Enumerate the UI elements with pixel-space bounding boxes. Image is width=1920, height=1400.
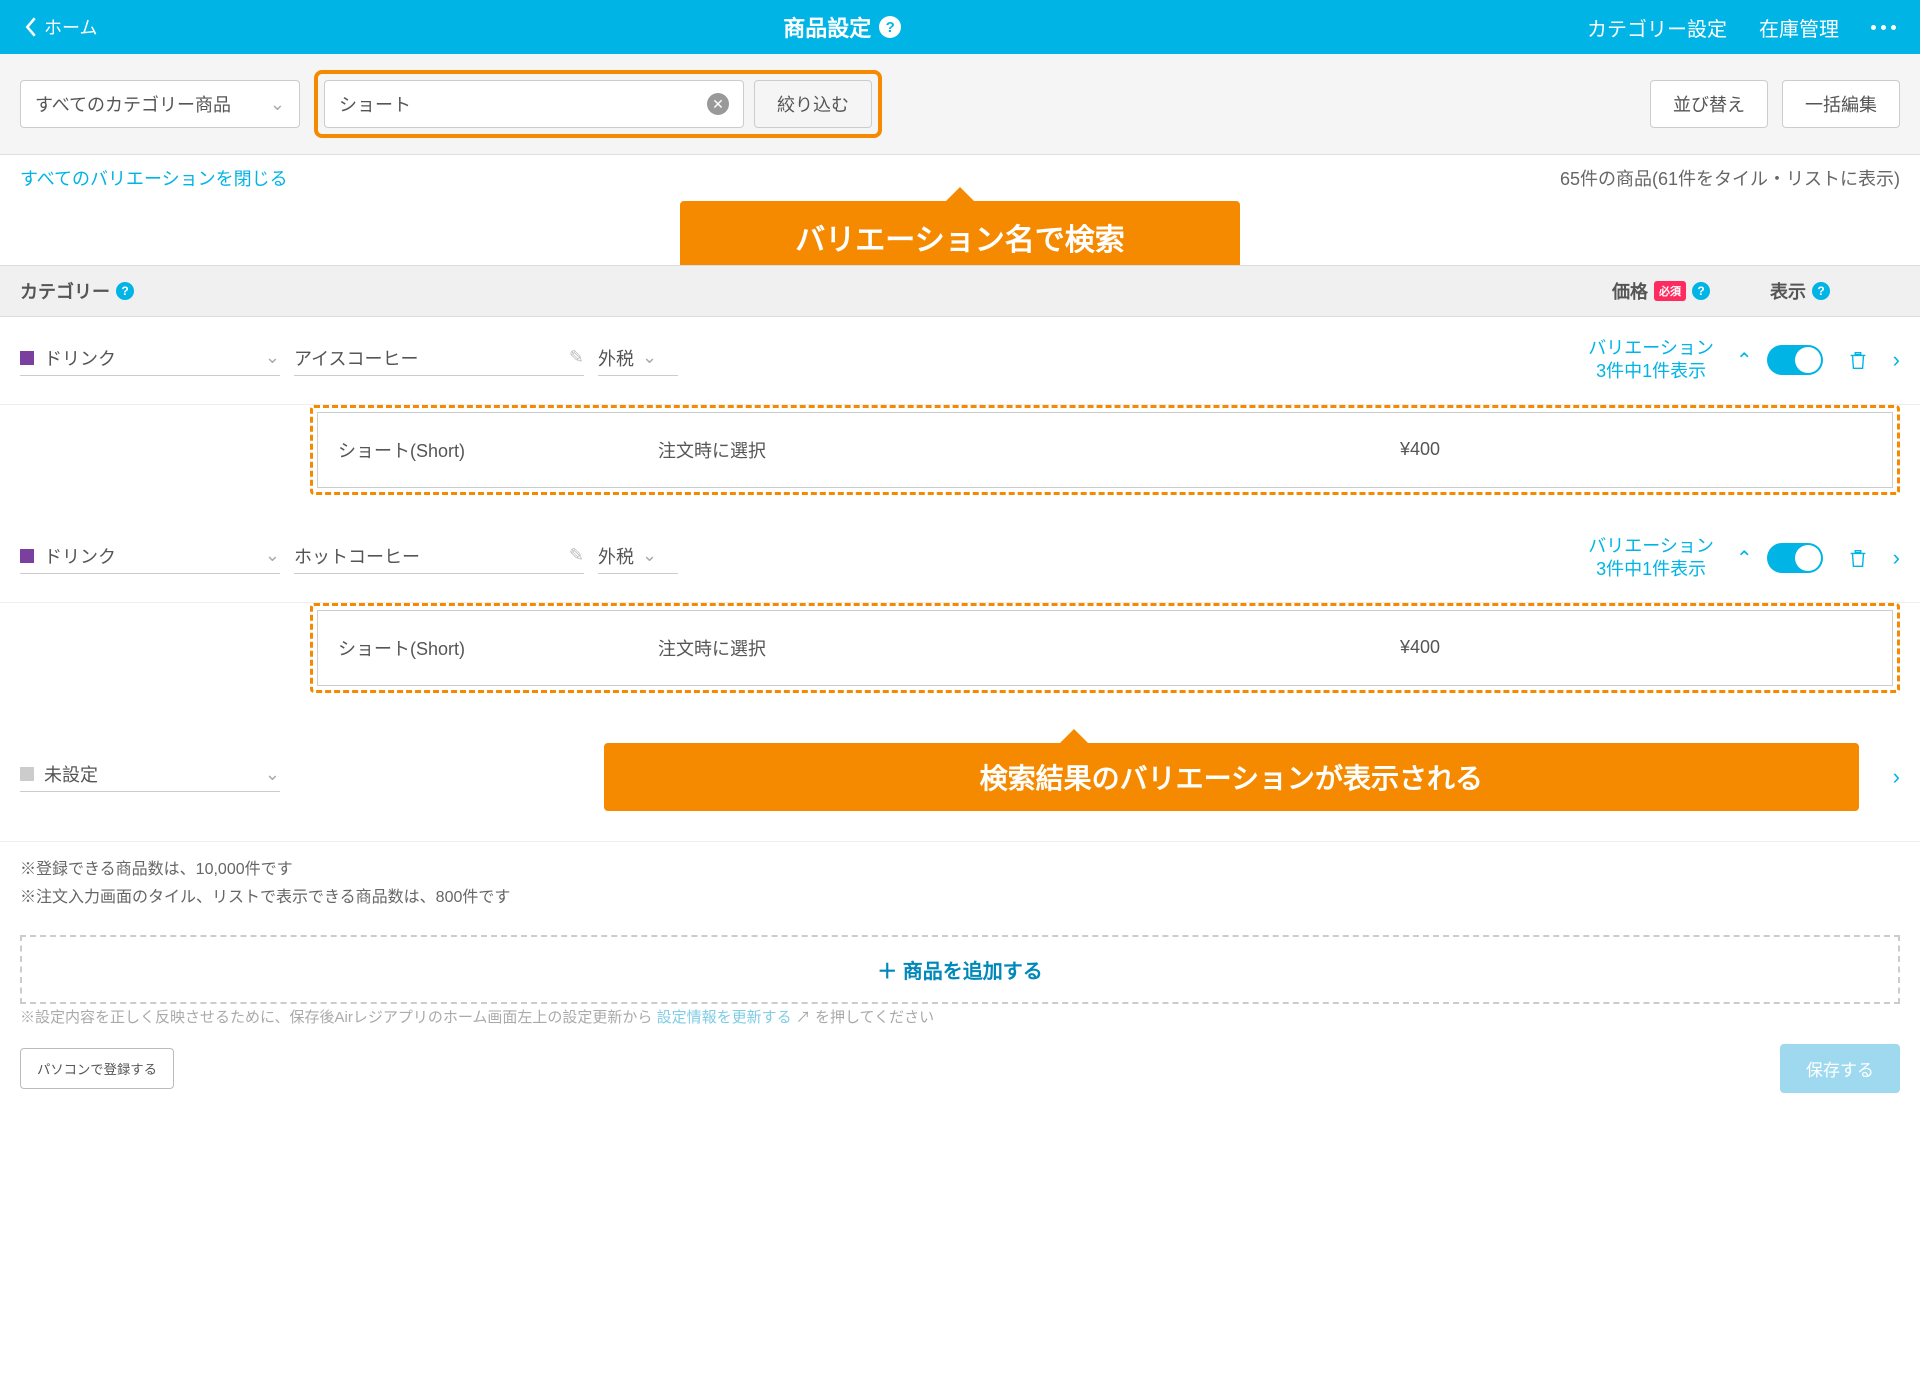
product-name: アイスコーヒー [294, 345, 419, 371]
chevron-down-icon: ⌄ [270, 94, 285, 115]
more-icon[interactable] [1871, 25, 1896, 30]
variation-result: ショート(Short) 注文時に選択 ¥400 [310, 405, 1900, 495]
bulk-label: 一括編集 [1805, 91, 1877, 117]
product-name-field[interactable]: ホットコーヒー ✎ [294, 543, 584, 574]
save-button[interactable]: 保存する [1780, 1044, 1900, 1093]
category-field[interactable]: ドリンク ⌄ [20, 345, 280, 376]
chevron-up-icon[interactable]: ⌃ [1736, 348, 1753, 373]
pc-register-button[interactable]: パソコンで登録する [20, 1048, 174, 1089]
var-label: バリエーション [1588, 535, 1714, 558]
tax-field[interactable]: 外税 ⌄ [598, 543, 678, 574]
col-category: カテゴリー [20, 278, 110, 304]
category-value: ドリンク [44, 345, 116, 371]
callout-search: バリエーション名で検索 [680, 201, 1240, 273]
sort-button[interactable]: 並び替え [1650, 80, 1768, 128]
note-line: ※登録できる商品数は、10,000件です [20, 856, 1900, 885]
tax-value: 外税 [598, 345, 634, 371]
search-highlight: ショート ✕ 絞り込む [314, 70, 882, 138]
var-label: バリエーション [1588, 337, 1714, 360]
category-value: 未設定 [44, 761, 98, 787]
hint-link[interactable]: 設定情報を更新する [657, 1009, 792, 1026]
add-product-label: ＋ 商品を追加する [877, 961, 1043, 983]
category-color-icon [20, 351, 34, 365]
variation-name: ショート(Short) [338, 635, 658, 661]
category-color-icon [20, 549, 34, 563]
pencil-icon[interactable]: ✎ [569, 347, 584, 368]
tax-field[interactable]: 外税 ⌄ [598, 345, 678, 376]
callout-results: 検索結果のバリエーションが表示される [604, 743, 1859, 811]
product-name-field[interactable]: アイスコーヒー ✎ [294, 345, 584, 376]
col-display: 表示 [1770, 278, 1806, 304]
help-icon[interactable]: ? [1812, 282, 1830, 300]
chevron-right-icon[interactable]: › [1893, 764, 1900, 790]
display-toggle[interactable] [1767, 543, 1823, 573]
chevron-down-icon: ⌄ [265, 545, 280, 566]
category-color-icon [20, 767, 34, 781]
filter-button[interactable]: 絞り込む [754, 80, 872, 128]
title-text: 商品設定 [783, 11, 871, 43]
back-label: ホーム [44, 14, 97, 40]
product-row: ドリンク ⌄ ホットコーヒー ✎ 外税 ⌄ バリエーション 3件中1件表示 ⌃ › [0, 515, 1920, 603]
trash-icon[interactable] [1847, 349, 1869, 371]
search-value: ショート [339, 91, 411, 117]
col-price: 価格 [1612, 278, 1648, 304]
nav-category[interactable]: カテゴリー設定 [1587, 13, 1727, 42]
sort-label: 並び替え [1673, 91, 1745, 117]
help-icon[interactable]: ? [879, 16, 901, 38]
category-field[interactable]: ドリンク ⌄ [20, 543, 280, 574]
notes: ※登録できる商品数は、10,000件です ※注文入力画面のタイル、リストで表示で… [0, 842, 1920, 928]
hint-pre: ※設定内容を正しく反映させるために、保存後Airレジアプリのホーム画面左上の設定… [20, 1009, 652, 1026]
hint-post: を押してください [815, 1009, 934, 1026]
chevron-down-icon: ⌄ [265, 347, 280, 368]
variation-result: ショート(Short) 注文時に選択 ¥400 [310, 603, 1900, 693]
clear-icon[interactable]: ✕ [707, 93, 729, 115]
variation-name: ショート(Short) [338, 437, 658, 463]
note-line: ※注文入力画面のタイル、リストで表示できる商品数は、800件です [20, 884, 1900, 913]
nav-inventory[interactable]: 在庫管理 [1759, 13, 1839, 42]
var-count: 3件中1件表示 [1588, 360, 1714, 383]
column-headers: カテゴリー? 価格必須? 表示? [0, 265, 1920, 317]
variation-select: 注文時に選択 [658, 437, 968, 463]
product-count: 65件の商品(61件をタイル・リストに表示) [1560, 165, 1900, 191]
category-select-value: すべてのカテゴリー商品 [35, 91, 231, 117]
chevron-up-icon[interactable]: ⌃ [1736, 546, 1753, 571]
chevron-down-icon: ⌄ [642, 347, 657, 368]
search-input[interactable]: ショート ✕ [324, 80, 744, 128]
bulk-edit-button[interactable]: 一括編集 [1782, 80, 1900, 128]
chevron-right-icon[interactable]: › [1893, 545, 1900, 571]
callout-results-text: 検索結果のバリエーションが表示される [604, 743, 1859, 811]
category-value: ドリンク [44, 543, 116, 569]
variation-price: ¥400 [968, 439, 1872, 460]
product-row: ドリンク ⌄ アイスコーヒー ✎ 外税 ⌄ バリエーション 3件中1件表示 ⌃ › [0, 317, 1920, 405]
chevron-right-icon[interactable]: › [1893, 347, 1900, 373]
callout-search-text: バリエーション名で検索 [680, 201, 1240, 273]
chevron-left-icon [24, 17, 38, 37]
page-title: 商品設定 ? [783, 11, 901, 43]
add-product-button[interactable]: ＋ 商品を追加する [20, 935, 1900, 1004]
trash-icon[interactable] [1847, 547, 1869, 569]
product-row: 未設定 ⌄ 検索結果のバリエーションが表示される › [0, 713, 1920, 842]
filter-label: 絞り込む [777, 91, 849, 117]
chevron-down-icon: ⌄ [642, 545, 657, 566]
pencil-icon[interactable]: ✎ [569, 545, 584, 566]
var-count: 3件中1件表示 [1588, 558, 1714, 581]
variation-price: ¥400 [968, 637, 1872, 658]
category-field[interactable]: 未設定 ⌄ [20, 761, 280, 792]
required-badge: 必須 [1654, 281, 1686, 301]
help-icon[interactable]: ? [1692, 282, 1710, 300]
chevron-down-icon: ⌄ [265, 764, 280, 785]
pc-register-label: パソコンで登録する [37, 1062, 157, 1077]
product-name: ホットコーヒー [294, 543, 420, 569]
variation-info[interactable]: バリエーション 3件中1件表示 [1588, 337, 1714, 384]
display-toggle[interactable] [1767, 345, 1823, 375]
close-all-variations[interactable]: すべてのバリエーションを閉じる [20, 165, 288, 191]
back-button[interactable]: ホーム [24, 14, 97, 40]
footer-hint: ※設定内容を正しく反映させるために、保存後Airレジアプリのホーム画面左上の設定… [20, 1006, 1900, 1027]
variation-select: 注文時に選択 [658, 635, 968, 661]
category-select[interactable]: すべてのカテゴリー商品 ⌄ [20, 80, 300, 128]
help-icon[interactable]: ? [116, 282, 134, 300]
variation-info[interactable]: バリエーション 3件中1件表示 [1588, 535, 1714, 582]
save-label: 保存する [1806, 1061, 1874, 1080]
tax-value: 外税 [598, 543, 634, 569]
